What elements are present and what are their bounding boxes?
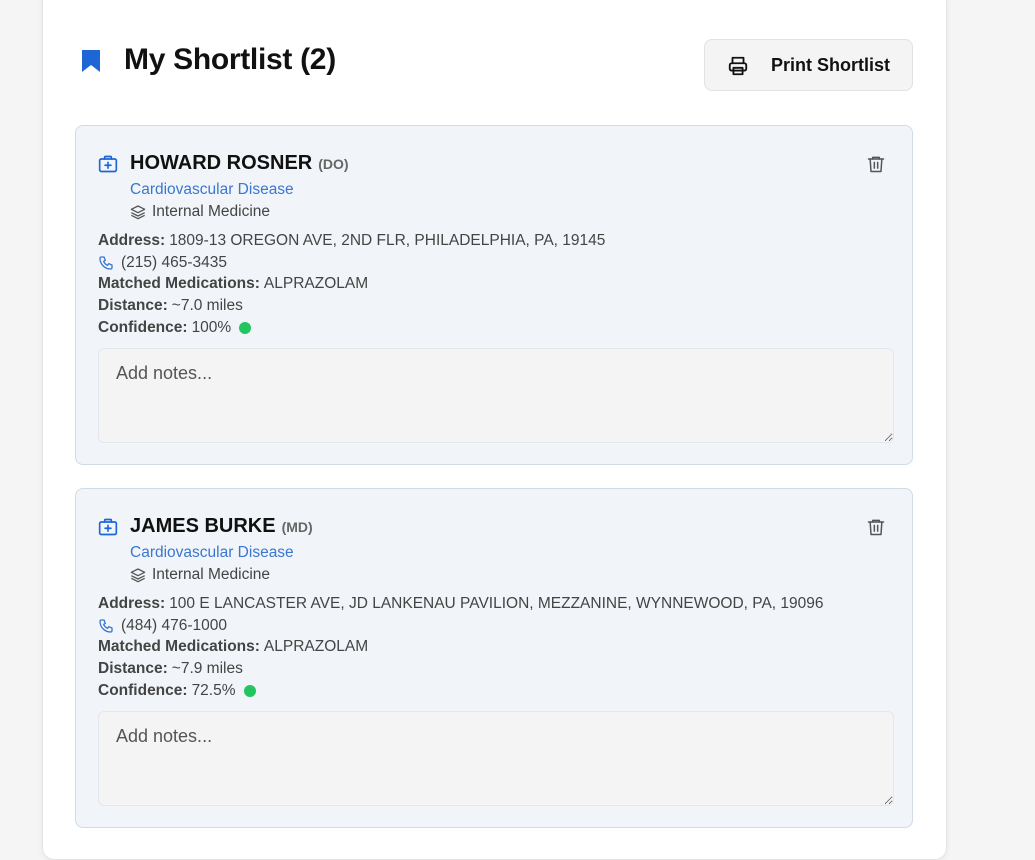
distance-line: Distance: ~7.0 miles	[98, 295, 605, 317]
trash-icon[interactable]	[866, 153, 886, 175]
confidence-label: Confidence:	[98, 318, 188, 336]
provider-credential: (MD)	[281, 519, 313, 535]
medications-value: ALPRAZOLAM	[263, 638, 369, 656]
distance-value: ~7.9 miles	[171, 660, 243, 678]
subspecialty-label: Internal Medicine	[152, 203, 271, 220]
phone-line: (484) 476-1000	[98, 615, 824, 637]
phone-icon	[99, 255, 113, 270]
provider-name: JAMES BURKE	[130, 515, 276, 537]
medical-bag-icon	[98, 518, 118, 536]
printer-icon	[728, 56, 748, 76]
address-value: 100 E LANCASTER AVE, JD LANKENAU PAVILIO…	[169, 595, 824, 612]
distance-label: Distance:	[98, 297, 168, 315]
notes-input[interactable]	[98, 711, 894, 806]
address-value: 1809-13 OREGON AVE, 2ND FLR, PHILADELPHI…	[169, 232, 606, 249]
confidence-value: 72.5%	[191, 681, 236, 699]
address-line: Address: 1809-13 OREGON AVE, 2ND FLR, PHI…	[98, 230, 605, 252]
address-line: Address: 100 E LANCASTER AVE, JD LANKENAU…	[98, 593, 824, 615]
distance-line: Distance: ~7.9 miles	[98, 658, 824, 680]
provider-specialty: Cardiovascular Disease	[130, 181, 294, 198]
provider-specialty: Cardiovascular Disease	[130, 544, 294, 561]
medications-label: Matched Medications:	[98, 275, 260, 293]
medications-line: Matched Medications: ALPRAZOLAM	[98, 636, 824, 658]
phone-line: (215) 465-3435	[98, 252, 605, 274]
distance-label: Distance:	[98, 660, 168, 678]
confidence-indicator	[239, 321, 252, 334]
medications-value: ALPRAZOLAM	[263, 275, 369, 293]
confidence-label: Confidence:	[98, 681, 188, 699]
confidence-line: Confidence: 72.5%	[98, 680, 824, 702]
phone-icon	[99, 618, 113, 633]
phone-value[interactable]: (484) 476-1000	[121, 615, 227, 637]
subspecialty-label: Internal Medicine	[152, 566, 271, 583]
medications-label: Matched Medications:	[98, 638, 260, 656]
print-shortlist-button[interactable]: Print Shortlist	[704, 39, 913, 91]
provider-credential: (DO)	[318, 156, 349, 172]
address-label: Address:	[98, 595, 166, 612]
provider-card: HOWARD ROSNER (DO) Cardiovascular Disease…	[75, 125, 913, 465]
notes-input[interactable]	[98, 348, 894, 443]
medical-bag-icon	[98, 155, 118, 173]
phone-value[interactable]: (215) 465-3435	[121, 252, 227, 274]
layers-icon	[130, 568, 146, 583]
trash-icon[interactable]	[866, 516, 886, 538]
bookmark-icon	[82, 50, 100, 72]
provider-subspecialty: Internal Medicine	[130, 203, 270, 221]
provider-card: JAMES BURKE (MD) Cardiovascular Disease I…	[75, 488, 913, 828]
layers-icon	[130, 205, 146, 220]
provider-name: HOWARD ROSNER	[130, 152, 313, 174]
print-button-label: Print Shortlist	[771, 55, 891, 75]
address-label: Address:	[98, 232, 166, 249]
confidence-line: Confidence: 100%	[98, 317, 605, 339]
provider-subspecialty: Internal Medicine	[130, 566, 270, 584]
page-title: My Shortlist (2)	[124, 43, 336, 76]
medications-line: Matched Medications: ALPRAZOLAM	[98, 273, 605, 295]
confidence-value: 100%	[191, 318, 232, 336]
distance-value: ~7.0 miles	[171, 297, 243, 315]
confidence-indicator	[243, 684, 256, 697]
